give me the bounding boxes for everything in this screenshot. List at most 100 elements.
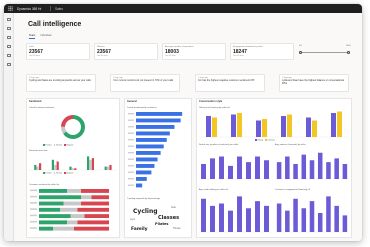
trend-bar	[136, 118, 181, 123]
bar-listening	[312, 120, 317, 137]
stacked-bar-neutral	[53, 226, 74, 231]
patience-chart	[275, 152, 349, 180]
slider-thumb-max[interactable]	[347, 51, 350, 54]
pinned-icon[interactable]	[7, 36, 11, 39]
sentiment-by-seller-chart	[30, 189, 109, 231]
general-panel: General Trends mentioned by customers Tr…	[124, 98, 192, 238]
stacked-bar-positive	[39, 189, 67, 193]
word-cloud-term[interactable]: Pilates	[155, 222, 168, 226]
slider-track[interactable]	[300, 52, 349, 53]
kpi-sub: Last 30 days	[97, 55, 108, 57]
bar-talking	[256, 120, 261, 137]
stacked-bar-positive	[39, 226, 53, 231]
word-cloud-term[interactable]: Sale	[171, 206, 176, 209]
slider-thumb-min[interactable]	[299, 51, 302, 54]
stacked-bar-negative	[77, 220, 109, 225]
bar-neutral	[71, 168, 74, 170]
category-label-placeholder	[128, 178, 134, 180]
recent-icon[interactable]	[7, 27, 11, 30]
seller-label-placeholder	[30, 195, 37, 198]
app-launcher-icon[interactable]	[8, 6, 13, 11]
stacked-bar-positive	[39, 220, 67, 225]
settings-icon[interactable]	[7, 63, 11, 66]
value-bar	[301, 154, 307, 179]
value-bar	[246, 162, 251, 179]
bar-positive	[69, 166, 72, 170]
calls-icon[interactable]	[7, 54, 11, 57]
insight-card[interactable]: 7 days ago Jim has the highest negative …	[195, 74, 265, 92]
trend-bar	[136, 138, 167, 142]
category-label-placeholder	[128, 126, 134, 128]
app-title[interactable]: Dynamics 365 Hr	[17, 7, 41, 11]
sentiment-panel: Sentiment Overall customer sentiment Pos…	[26, 98, 120, 238]
seller-label-placeholder	[30, 202, 37, 204]
chart-title: Customer sentiment by seller list	[29, 184, 60, 186]
bar-listening	[337, 111, 342, 137]
category-label-placeholder	[128, 145, 134, 147]
words-talking-chart	[199, 196, 271, 233]
value-bar	[237, 196, 242, 232]
bar-positive	[104, 166, 107, 170]
value-bar	[228, 210, 233, 232]
category-label-placeholder	[128, 184, 134, 186]
stacked-bar-neutral	[63, 201, 81, 206]
stacked-bar-positive	[39, 195, 81, 200]
word-cloud-term[interactable]: Gym	[130, 218, 135, 221]
bar-listening	[287, 114, 292, 137]
tab-individual[interactable]: Individual	[40, 34, 51, 39]
chart-legend: Talking Listening	[255, 139, 275, 141]
seller-label-placeholder	[30, 208, 37, 210]
sidebar	[4, 13, 14, 241]
stacked-bar-negative	[74, 226, 109, 231]
insight-card[interactable]: 7 days ago Your current monitors do not …	[110, 74, 180, 92]
value-bar	[285, 156, 290, 179]
trends-bar-chart	[128, 112, 183, 188]
word-cloud-term[interactable]: Fitness	[173, 227, 181, 230]
bar-negative	[39, 163, 42, 170]
bar-negative	[91, 158, 94, 170]
app-section[interactable]: Sales	[55, 7, 63, 11]
stacked-bar-positive	[39, 214, 71, 219]
legend-neutral: Neutral	[53, 172, 62, 174]
main-content: Call intelligence Team Individual Calls …	[14, 13, 362, 241]
insight-text: Your current monitors do not present in …	[113, 79, 174, 82]
tab-bar: Team Individual	[29, 34, 51, 39]
stacked-bar-negative	[81, 201, 109, 206]
top-bar: Dynamics 365 Hr Sales	[4, 4, 362, 13]
value-bar	[210, 205, 215, 232]
bar-negative	[56, 161, 59, 170]
word-cloud-term[interactable]: Classes	[158, 215, 179, 221]
home-icon[interactable]	[7, 18, 11, 21]
stacked-bar-positive	[39, 207, 60, 212]
insight-card[interactable]: 7 days ago Lydia and Kate have the highe…	[279, 74, 349, 92]
stacked-bar-positive	[39, 201, 64, 206]
bar-listening	[212, 117, 217, 137]
value-bar	[326, 162, 331, 179]
seller-label-placeholder	[30, 214, 37, 217]
value-bar	[334, 158, 339, 179]
value-bar	[276, 162, 282, 179]
trend-bar	[136, 164, 155, 168]
panel-title: Conversation style	[199, 100, 223, 103]
trend-bar	[136, 157, 158, 162]
bar-positive	[87, 156, 90, 170]
chart-title: Switch rate (number of switches) per sel…	[199, 144, 239, 146]
slider-max-label: 100%	[345, 45, 351, 47]
stacked-bar-neutral	[70, 214, 85, 219]
seller-label-placeholder	[30, 220, 37, 223]
bar-talking	[281, 116, 286, 137]
panel-title: General	[127, 100, 137, 103]
value-bar	[264, 160, 269, 179]
tab-team[interactable]: Team	[29, 34, 36, 39]
trend-bar	[136, 183, 143, 188]
word-cloud-term[interactable]: Family	[131, 227, 148, 232]
people-icon[interactable]	[7, 45, 11, 48]
value-bar	[237, 156, 242, 179]
value-bar	[276, 203, 282, 232]
bar-listening	[237, 113, 242, 137]
word-cloud-term[interactable]: Cycling	[133, 208, 158, 215]
value-bar	[255, 156, 260, 179]
insight-card[interactable]: 7 days ago Cycling and Sales are trendin…	[26, 74, 96, 92]
value-bar	[201, 198, 206, 232]
bar-negative	[109, 164, 112, 170]
